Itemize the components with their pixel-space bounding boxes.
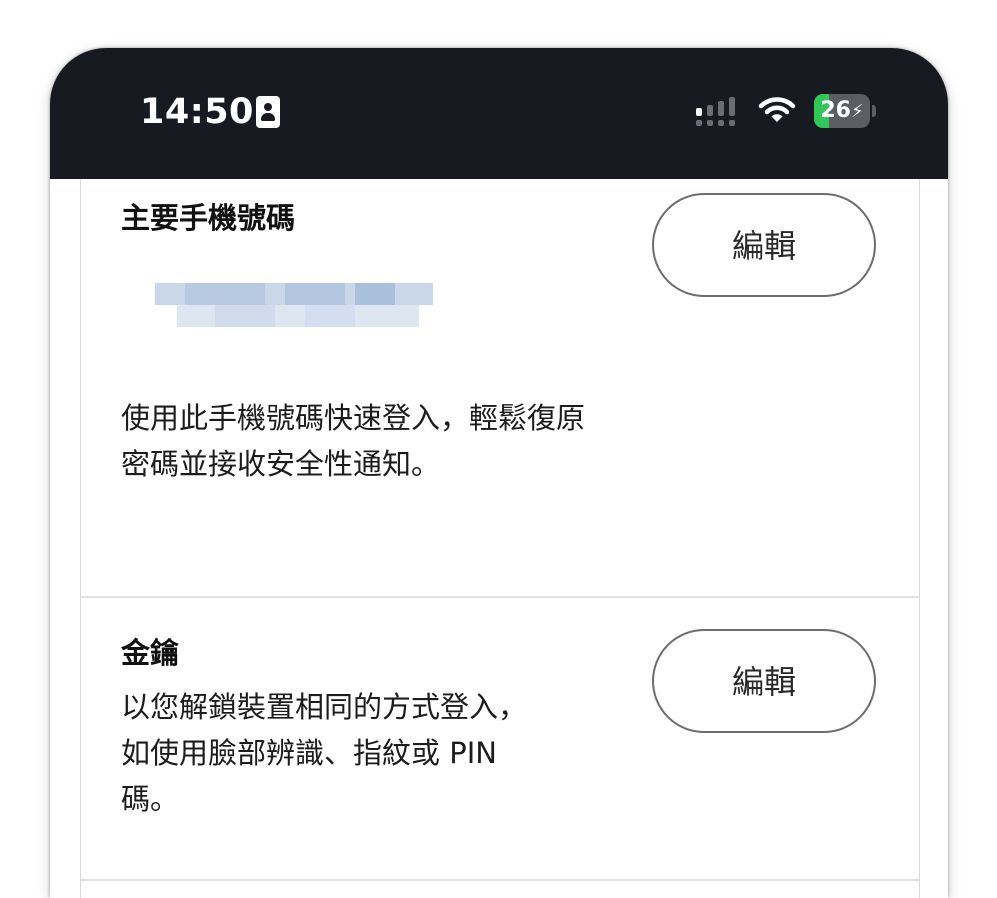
battery-nub (872, 105, 876, 117)
phone-number-value-redacted (155, 283, 433, 329)
status-time: 14:50 (140, 92, 254, 132)
edit-passkey-button[interactable]: 編輯 (652, 629, 876, 733)
passkey-description-line: 碼。 (121, 782, 180, 816)
contact-card-icon (256, 96, 280, 128)
battery-charging-icon: 26⚡ (814, 94, 870, 128)
phone-number-description-line: 使用此手機號碼快速登入，輕鬆復原 (121, 401, 586, 435)
section-divider (81, 879, 919, 881)
passkey-description: 以您解鎖裝置相同的方式登入， 如使用臉部辨識、指紋或 PIN 碼。 (121, 684, 527, 822)
phone-frame: 14:50 26⚡ 主要手機號碼 編輯 使用此手機號碼快速登入，輕鬆復原 密碼並… (50, 48, 948, 898)
edit-phone-button[interactable]: 編輯 (652, 193, 876, 297)
phone-number-description: 使用此手機號碼快速登入，輕鬆復原 密碼並接收安全性通知。 (121, 395, 585, 487)
account-settings-list: 主要手機號碼 編輯 使用此手機號碼快速登入，輕鬆復原 密碼並接收安全性通知。 金… (80, 179, 920, 898)
wifi-icon (758, 97, 796, 122)
passkey-description-line: 以您解鎖裝置相同的方式登入， (121, 690, 528, 724)
section-divider (81, 596, 919, 598)
passkey-title: 金鑰 (121, 636, 180, 670)
battery-level: 26⚡ (820, 98, 864, 123)
status-bar: 14:50 26⚡ (50, 48, 948, 179)
passkey-description-line: 如使用臉部辨識、指紋或 PIN (121, 736, 497, 770)
signal-icon (696, 97, 735, 126)
phone-number-title: 主要手機號碼 (121, 201, 296, 235)
phone-number-description-line: 密碼並接收安全性通知。 (121, 447, 441, 481)
